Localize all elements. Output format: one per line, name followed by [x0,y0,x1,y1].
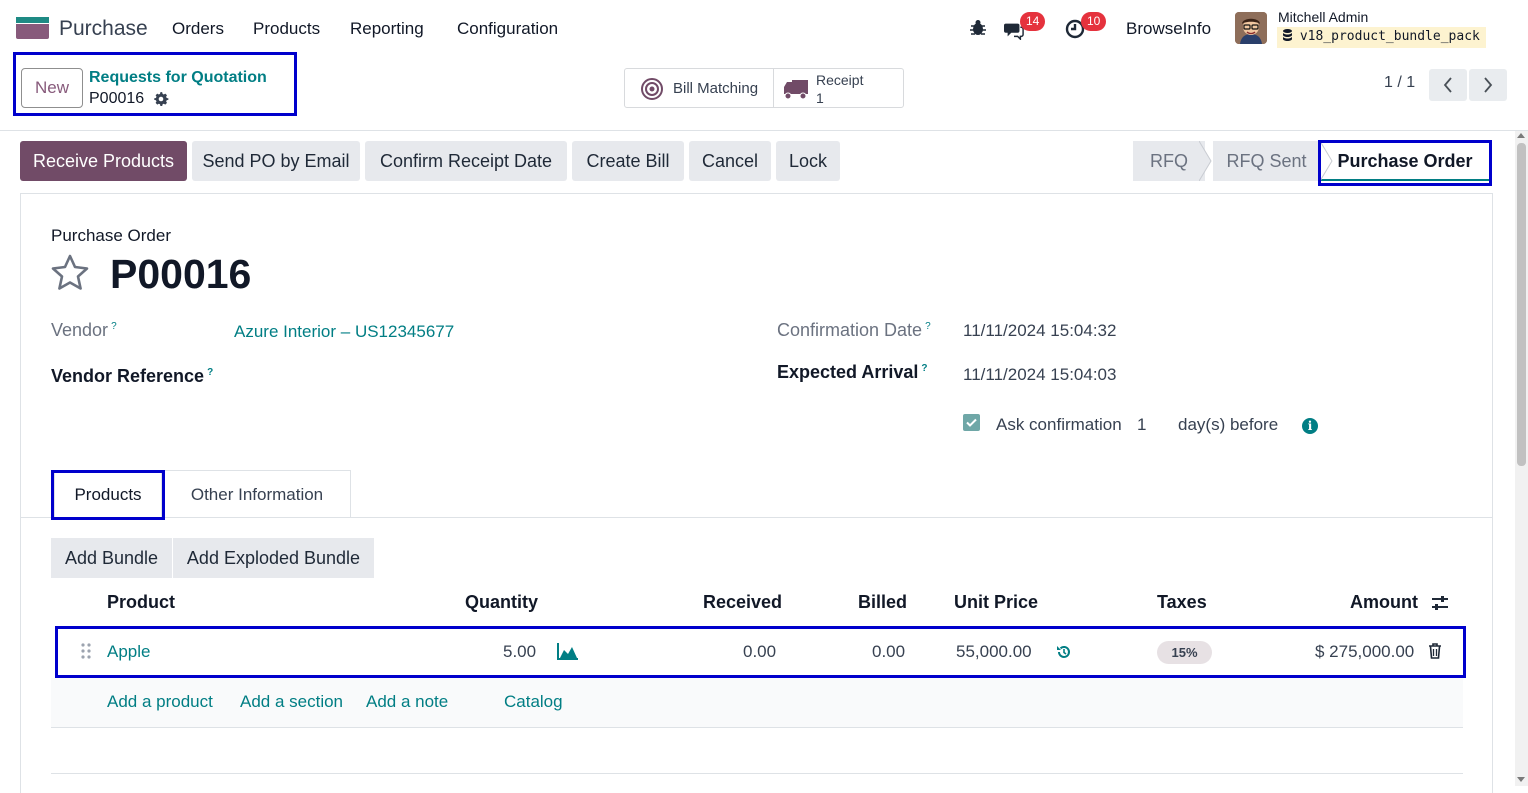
pager-next-button[interactable] [1469,69,1507,101]
app-name[interactable]: Purchase [59,17,148,41]
confirm-receipt-date-button[interactable]: Confirm Receipt Date [365,141,567,181]
top-navbar: Purchase Orders Products Reporting Confi… [0,0,1528,58]
confirmation-date-field[interactable]: 11/11/2024 15:04:32 [963,321,1116,341]
confirmation-date-label-text: Confirmation Date [777,320,923,340]
menu-configuration[interactable]: Configuration [457,19,558,39]
scrollbar-thumb[interactable] [1517,143,1526,466]
menu-products[interactable]: Products [253,19,320,39]
truck-icon [784,80,808,100]
col-amount[interactable]: Amount [1350,592,1418,613]
smart-buttons: Bill Matching Receipt 1 [624,68,904,108]
tab-products[interactable]: Products [54,470,162,518]
gear-icon[interactable] [153,91,169,107]
form-title: Purchase Order [51,226,171,245]
pager-value[interactable]: 1 / 1 [1384,74,1415,92]
vendor-reference-label: Vendor Reference? [51,366,213,387]
check-icon [966,418,977,427]
help-icon[interactable]: ? [925,321,931,332]
menu-orders[interactable]: Orders [172,19,224,39]
info-icon[interactable]: i [1302,418,1318,434]
user-avatar[interactable] [1235,12,1267,44]
vendor-label-text: Vendor [51,320,109,340]
add-bundle-button[interactable]: Add Bundle [51,538,172,578]
messages-badge: 14 [1020,12,1046,31]
status-rfq[interactable]: RFQ [1133,141,1205,181]
row-amount: $ 275,000.00 [1315,642,1415,661]
expected-arrival-label: Expected Arrival? [777,362,928,383]
expected-arrival-label-text: Expected Arrival [777,362,919,382]
vendor-reference-input[interactable] [234,362,734,392]
bug-icon[interactable] [968,18,988,38]
database-name: v18_product_bundle_pack [1277,27,1486,48]
chevron-right-icon [1484,77,1493,93]
tax-badge[interactable]: 15% [1157,641,1212,664]
scroll-up-arrow[interactable] [1517,133,1525,138]
col-unit-price[interactable]: Unit Price [954,592,1038,613]
help-icon[interactable]: ? [111,321,117,332]
po-number: P00016 [110,251,252,297]
ask-days-input[interactable]: 1 [1137,415,1146,435]
col-billed[interactable]: Billed [858,592,907,613]
scroll-down-arrow[interactable] [1517,777,1525,782]
star-icon[interactable] [51,254,89,290]
add-exploded-bundle-button[interactable]: Add Exploded Bundle [173,538,374,578]
receipt-count: 1 [816,90,824,106]
col-taxes[interactable]: Taxes [1157,592,1207,613]
user-name[interactable]: Mitchell Admin [1278,9,1368,25]
col-received[interactable]: Received [703,592,782,613]
tab-other-information[interactable]: Other Information [163,470,351,518]
row-received[interactable]: 0.00 [743,642,776,662]
send-po-email-button[interactable]: Send PO by Email [192,141,360,181]
ask-confirmation-label: Ask confirmation [996,415,1122,434]
forecast-chart-icon[interactable] [557,643,578,660]
status-purchase-order[interactable]: Purchase Order [1320,141,1490,181]
pager-previous-button[interactable] [1429,69,1467,101]
col-product[interactable]: Product [107,592,175,613]
optional-columns-icon[interactable] [1431,594,1449,612]
bill-matching-button[interactable]: Bill Matching [625,69,774,107]
status-separator [1199,141,1212,181]
table-footer-divider [51,773,1463,774]
row-product[interactable]: Apple [107,642,150,662]
cancel-button[interactable]: Cancel [689,141,771,181]
create-bill-button[interactable]: Create Bill [572,141,684,181]
chevron-left-icon [1443,77,1452,93]
vendor-reference-label-text: Vendor Reference [51,366,205,386]
catalog-link[interactable]: Catalog [504,692,563,712]
status-rfq-sent[interactable]: RFQ Sent [1213,141,1320,181]
vendor-label: Vendor? [51,320,117,341]
status-separator-active [1320,141,1333,181]
col-quantity[interactable]: Quantity [465,592,538,613]
database-icon [1283,29,1292,41]
expected-arrival-field[interactable]: 11/11/2024 15:04:03 [963,365,1116,385]
database-name-text: v18_product_bundle_pack [1299,29,1480,44]
add-product-link[interactable]: Add a product [107,692,213,712]
row-unit-price[interactable]: 55,000.00 [956,642,1032,662]
breadcrumb-current: P00016 [89,90,145,107]
company-switcher[interactable]: BrowseInfo [1126,19,1211,39]
help-icon[interactable]: ? [207,367,213,378]
breadcrumb-parent-link[interactable]: Requests for Quotation [89,69,267,87]
receipt-label: Receipt [816,72,864,88]
add-note-link[interactable]: Add a note [366,692,448,712]
add-section-link[interactable]: Add a section [240,692,343,712]
days-before-label: day(s) before [1178,415,1279,434]
ask-confirmation-checkbox[interactable] [963,414,980,431]
bill-matching-label: Bill Matching [673,80,759,97]
row-quantity[interactable]: 5.00 [503,642,536,662]
purchase-app-icon[interactable] [16,17,49,39]
lock-button[interactable]: Lock [776,141,840,181]
target-icon [641,78,663,100]
confirmation-date-label: Confirmation Date? [777,320,931,341]
row-billed: 0.00 [872,642,906,661]
menu-reporting[interactable]: Reporting [350,19,424,39]
trash-icon[interactable] [1428,643,1442,659]
new-button[interactable]: New [21,68,83,108]
receive-products-button[interactable]: Receive Products [20,141,187,181]
help-icon[interactable]: ? [921,363,927,374]
vendor-field[interactable]: Azure Interior – US12345677 [234,322,454,342]
history-icon[interactable] [1056,644,1072,660]
drag-handle-icon[interactable] [80,642,92,660]
activities-badge: 10 [1081,12,1107,31]
